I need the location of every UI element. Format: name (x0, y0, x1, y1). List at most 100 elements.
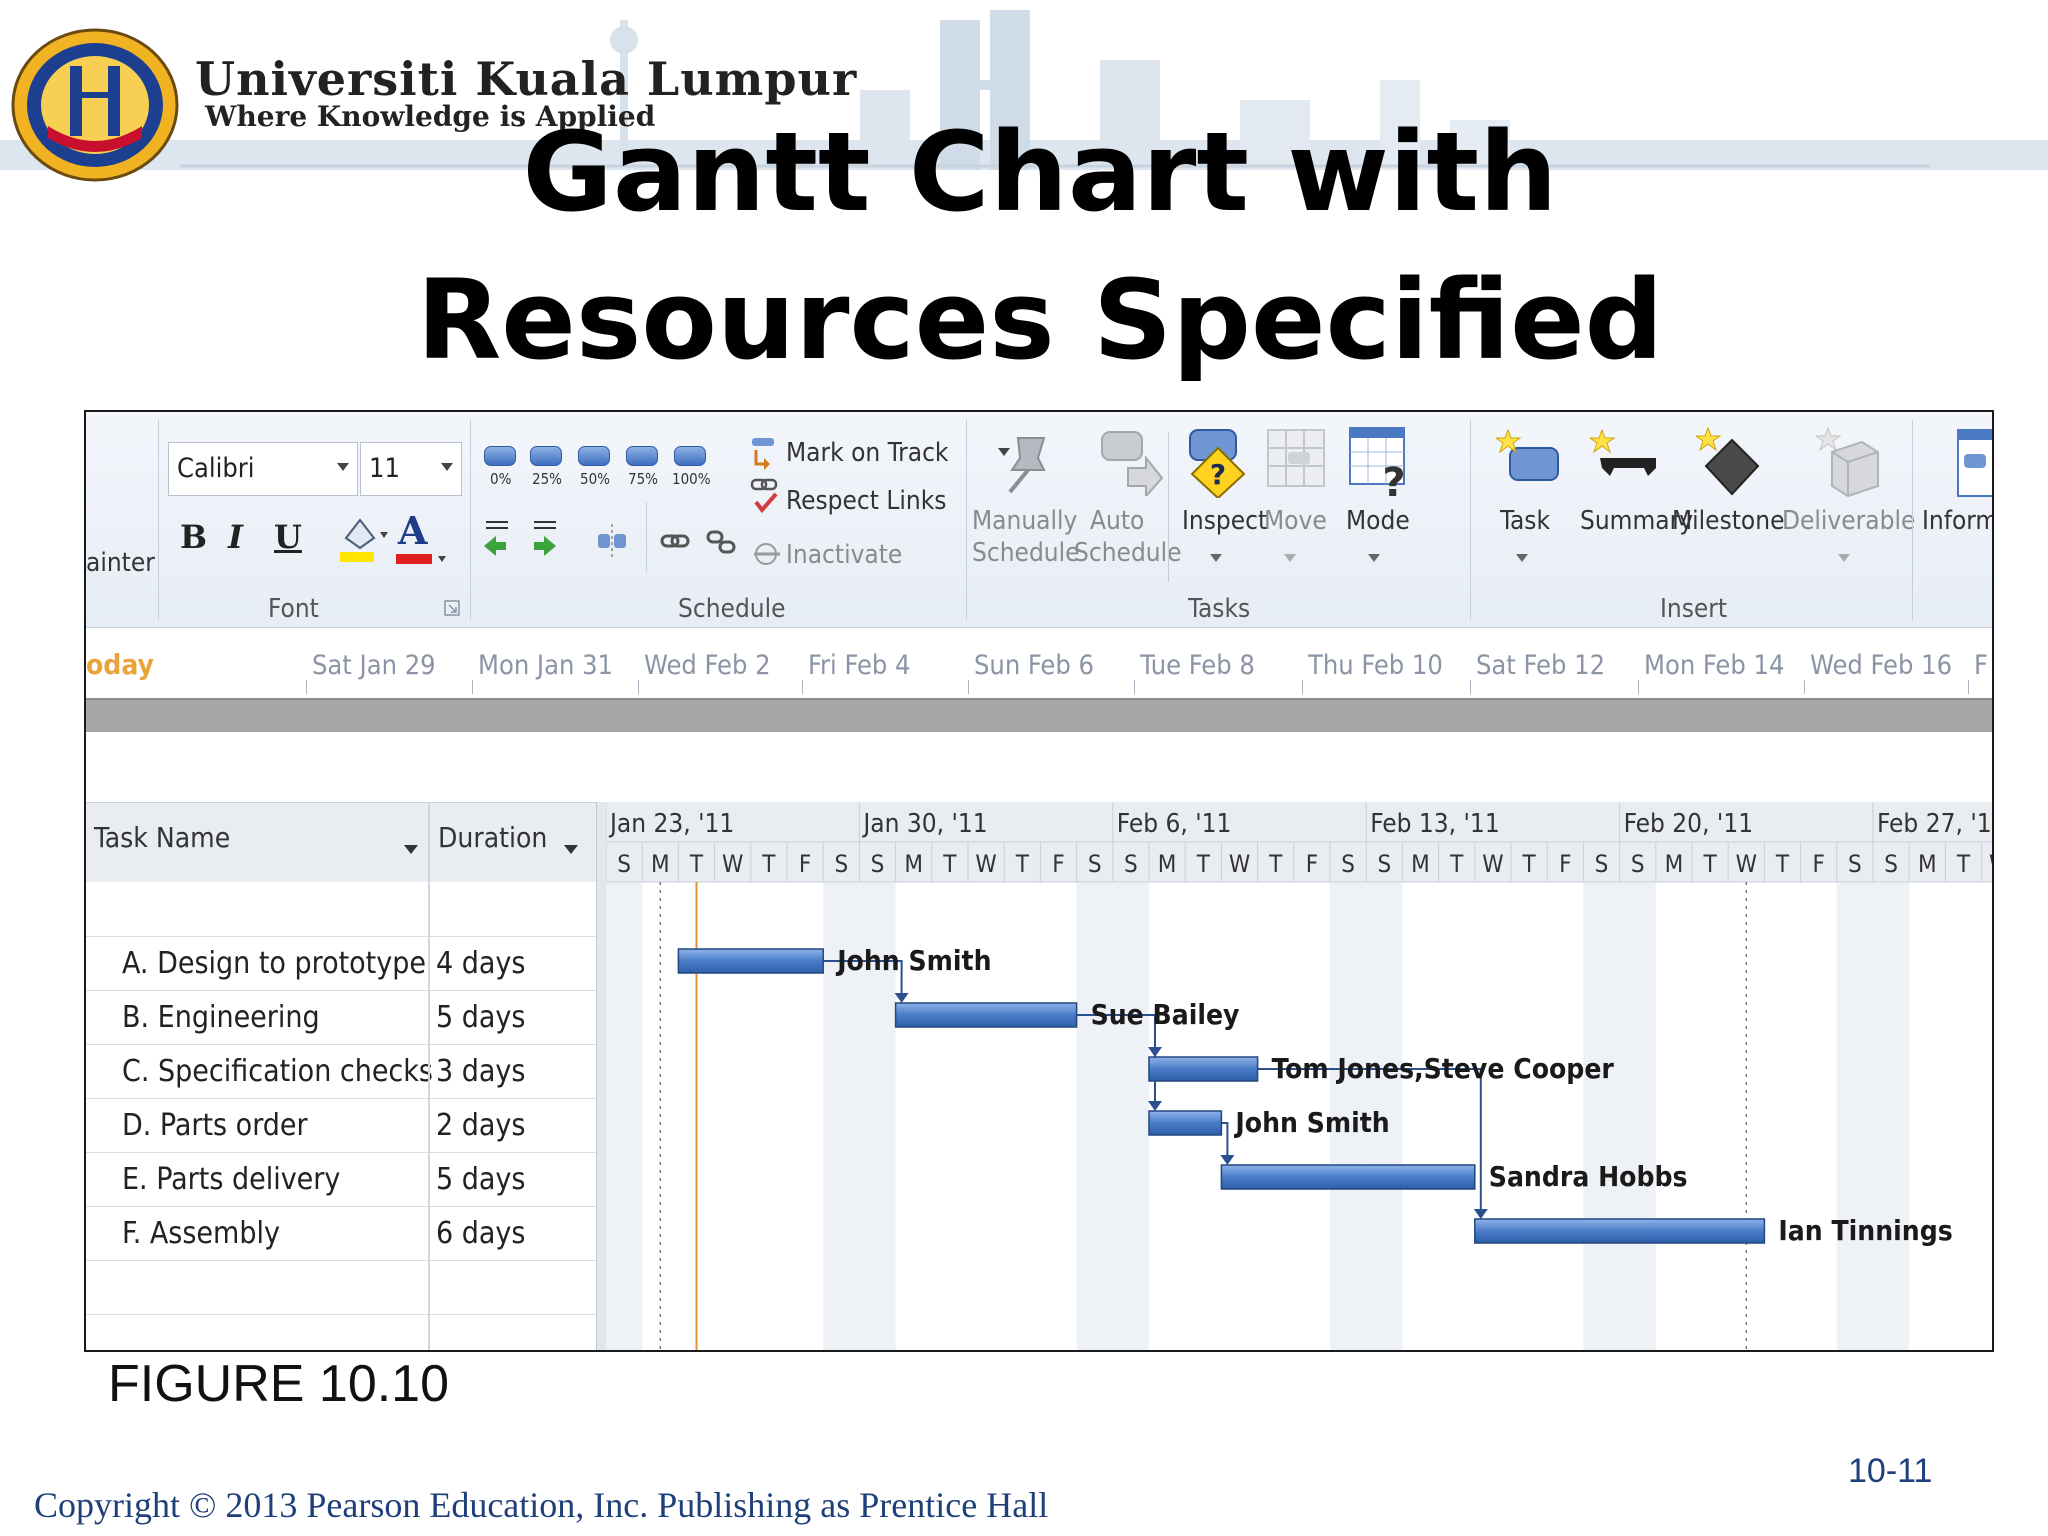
weekend-shade (1836, 882, 1873, 1350)
table-row[interactable]: E. Parts delivery 5 days (86, 1152, 596, 1207)
day-letter: W (1736, 850, 1757, 878)
university-logo (11, 28, 179, 182)
timeline-tick (1968, 680, 1969, 694)
task-name-cell[interactable]: C. Specification checks (122, 1054, 433, 1089)
resource-label: Ian Tinnings (1778, 1214, 1952, 1247)
resource-label: Tom Jones,Steve Cooper (1272, 1052, 1615, 1085)
day-letter: T (1196, 850, 1211, 878)
insert-milestone-button[interactable]: Milestone (1672, 506, 1784, 536)
svg-text:?: ? (1382, 460, 1405, 500)
grid-header: Task Name Duration (86, 802, 596, 884)
manually-schedule-line1[interactable]: Manually (972, 506, 1077, 536)
task-name-cell[interactable]: E. Parts delivery (122, 1162, 340, 1197)
link-tasks-icon[interactable] (658, 522, 748, 562)
indent-outdent-icon[interactable] (482, 516, 572, 562)
inactivate-button[interactable]: Inactivate (786, 540, 902, 570)
percent-complete-0-icon[interactable] (484, 446, 516, 466)
timeline-date: Mon Feb 14 (1644, 650, 1785, 681)
chevron-down-icon[interactable] (404, 845, 418, 854)
table-row[interactable]: F. Assembly 6 days (86, 1206, 596, 1261)
manually-schedule-line2[interactable]: Schedule (972, 538, 1080, 568)
timeline-tick (638, 680, 639, 694)
day-letter: T (942, 850, 957, 878)
information-button[interactable]: Inform (1922, 506, 1992, 536)
task-name-cell[interactable]: A. Design to prototype (122, 946, 426, 981)
highlight-swatch (340, 552, 374, 562)
chevron-down-icon[interactable] (1516, 554, 1528, 562)
table-row[interactable]: D. Parts order 2 days (86, 1098, 596, 1153)
inspect-button[interactable]: Inspect (1182, 506, 1267, 536)
move-icon (1267, 429, 1325, 487)
chevron-down-icon[interactable] (1838, 554, 1850, 562)
day-letter: F (1812, 850, 1824, 878)
page-number: 10-11 (1848, 1452, 1933, 1490)
mark-on-track-button[interactable]: Mark on Track (786, 438, 948, 468)
chevron-down-icon[interactable] (564, 845, 578, 854)
move-button[interactable]: Move (1264, 506, 1327, 536)
weekend-shade (1583, 882, 1620, 1350)
table-row[interactable]: A. Design to prototype 4 days (86, 936, 596, 991)
day-letter: F (1559, 850, 1571, 878)
font-size-value: 11 (369, 453, 400, 484)
percent-complete-25-icon[interactable] (530, 446, 562, 466)
percent-complete-100-icon[interactable] (674, 446, 706, 466)
task-name-cell[interactable]: D. Parts order (122, 1108, 308, 1143)
day-letter: T (1268, 850, 1283, 878)
task-duration-cell[interactable]: 5 days (436, 1162, 525, 1197)
day-letter: W (722, 850, 743, 878)
font-color-glyph[interactable]: A (398, 508, 427, 553)
task-duration-cell[interactable]: 4 days (436, 946, 525, 981)
bold-button[interactable]: B (180, 518, 207, 556)
table-row[interactable]: B. Engineering 5 days (86, 990, 596, 1045)
day-letter: S (1377, 850, 1391, 878)
percent-complete-75-icon[interactable] (626, 446, 658, 466)
task-duration-cell[interactable]: 5 days (436, 1000, 525, 1035)
day-letter: W (1229, 850, 1250, 878)
table-row-empty[interactable] (86, 882, 596, 937)
mode-button[interactable]: Mode (1346, 506, 1410, 536)
resource-label: Sue Bailey (1091, 998, 1240, 1031)
dialog-launcher-icon[interactable] (444, 600, 460, 616)
task-grid: A. Design to prototype 4 days B. Engineeri… (86, 882, 596, 1350)
task-name-cell[interactable]: B. Engineering (122, 1000, 320, 1035)
font-size-select[interactable]: 11 (360, 442, 462, 496)
week-label: Feb 27, '11 (1877, 809, 1992, 839)
auto-schedule-line2[interactable]: Schedule (1074, 538, 1182, 568)
day-letter: F (799, 850, 811, 878)
timeline-tick (1302, 680, 1303, 694)
insert-milestone-icon (1696, 426, 1760, 496)
column-task-name[interactable]: Task Name (94, 821, 230, 854)
day-letter: S (1884, 850, 1898, 878)
timeline-scroll-strip[interactable] (86, 698, 1992, 732)
table-row[interactable]: C. Specification checks 3 days (86, 1044, 596, 1099)
highlight-color-icon[interactable] (338, 514, 392, 564)
copyright: Copyright © 2013 Pearson Education, Inc.… (34, 1485, 1049, 1525)
insert-task-button[interactable]: Task (1500, 506, 1550, 536)
svg-text:?: ? (1210, 458, 1226, 491)
format-painter-fragment[interactable]: ainter (86, 548, 155, 578)
day-letter: W (975, 850, 996, 878)
split-task-icon[interactable] (592, 522, 632, 562)
auto-schedule-line1[interactable]: Auto (1090, 506, 1144, 536)
chevron-down-icon[interactable] (1368, 554, 1380, 562)
day-letter: S (1631, 850, 1645, 878)
chevron-down-icon[interactable] (1210, 554, 1222, 562)
task-duration-cell[interactable]: 2 days (436, 1108, 525, 1143)
underline-button[interactable]: U (274, 518, 302, 556)
chevron-down-icon[interactable] (1284, 554, 1296, 562)
percent-complete-50-icon[interactable] (578, 446, 610, 466)
insert-deliverable-button[interactable]: Deliverable (1782, 506, 1915, 536)
respect-links-icon (750, 478, 778, 514)
respect-links-button[interactable]: Respect Links (786, 486, 946, 516)
insert-task-icon (1496, 428, 1559, 481)
task-bar (1474, 1218, 1766, 1244)
task-duration-cell[interactable]: 3 days (436, 1054, 525, 1089)
font-family-select[interactable]: Calibri (168, 442, 358, 496)
task-duration-cell[interactable]: 6 days (436, 1216, 525, 1251)
table-row-empty[interactable] (86, 1314, 596, 1350)
table-row-empty[interactable] (86, 1260, 596, 1315)
task-name-cell[interactable]: F. Assembly (122, 1216, 280, 1251)
column-duration[interactable]: Duration (438, 821, 547, 854)
percent-label: 25% (532, 470, 562, 488)
italic-button[interactable]: I (228, 518, 243, 556)
